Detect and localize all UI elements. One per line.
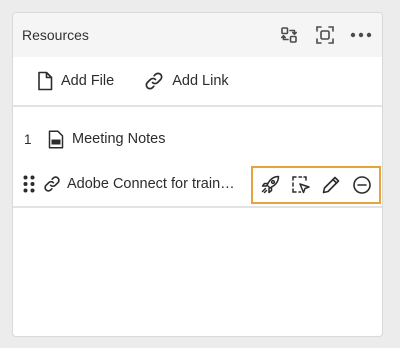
panel-title: Resources: [22, 27, 89, 43]
launch-icon[interactable]: [259, 174, 281, 196]
resource-name: Adobe Connect for traini...: [67, 176, 235, 192]
resource-toolbar: Add File Add Link: [13, 57, 382, 107]
drag-handle-icon[interactable]: [23, 175, 35, 193]
add-file-label: Add File: [61, 73, 115, 89]
panel-header: Resources: [13, 13, 382, 57]
item-index: 1: [24, 131, 32, 147]
remove-icon[interactable]: [351, 174, 373, 196]
list-item[interactable]: Adobe Connect for traini...: [13, 162, 382, 208]
fit-screen-icon[interactable]: [314, 24, 336, 46]
row-actions-highlight: [251, 166, 381, 204]
resource-name: Meeting Notes: [72, 131, 166, 147]
swap-icon[interactable]: [278, 24, 300, 46]
file-icon: [37, 71, 53, 91]
add-link-button[interactable]: Add Link: [144, 71, 229, 91]
link-icon: [144, 71, 164, 91]
pdf-file-icon: [48, 129, 64, 149]
list-item[interactable]: 1 Meeting Notes: [13, 117, 382, 161]
select-icon[interactable]: [290, 174, 312, 196]
link-icon: [43, 175, 61, 193]
add-file-button[interactable]: Add File: [37, 71, 114, 91]
edit-icon[interactable]: [320, 174, 342, 196]
header-actions: [278, 13, 372, 57]
more-icon[interactable]: [350, 24, 372, 46]
resources-panel: Resources Add File Add Link 1 Meeting No…: [12, 12, 383, 337]
add-link-label: Add Link: [172, 73, 229, 89]
